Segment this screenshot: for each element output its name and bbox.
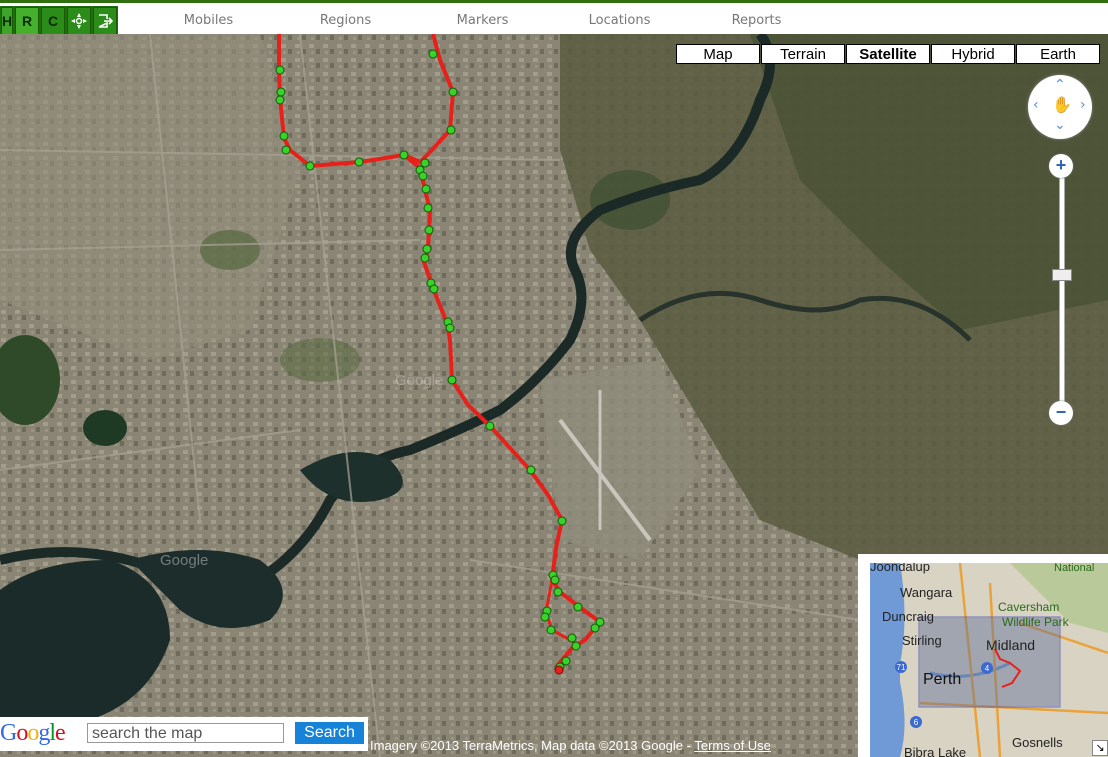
svg-text:6: 6: [914, 718, 919, 727]
zoom-slider-thumb[interactable]: [1052, 269, 1072, 281]
zoom-in-button[interactable]: +: [1049, 154, 1073, 178]
nav-markers[interactable]: Markers: [414, 6, 551, 36]
tool-h-button[interactable]: H: [1, 7, 13, 35]
top-bar: H R C Mobiles Regions Markers Locations …: [0, 0, 1108, 36]
pan-right-icon[interactable]: ›: [1080, 97, 1086, 113]
move-cross-icon: [71, 13, 87, 29]
end-marker[interactable]: [554, 665, 564, 675]
search-map-input[interactable]: search the map: [87, 723, 284, 743]
hand-icon[interactable]: ✋: [1052, 95, 1072, 114]
map-type-satellite[interactable]: Satellite: [846, 44, 930, 64]
map-attribution: Imagery ©2013 TerraMetrics, Map data ©20…: [370, 738, 771, 753]
map-type-hybrid[interactable]: Hybrid: [931, 44, 1015, 64]
google-logo: Google: [0, 720, 66, 746]
overview-label: Wangara: [900, 585, 953, 600]
overview-toggle-icon[interactable]: ↘: [1092, 740, 1108, 756]
overview-label: Stirling: [902, 633, 942, 648]
map-type-selector: Map Terrain Satellite Hybrid Earth: [676, 44, 1101, 64]
nav-reports[interactable]: Reports: [688, 6, 825, 36]
tool-c-button[interactable]: C: [41, 7, 65, 35]
map-type-terrain[interactable]: Terrain: [761, 44, 845, 64]
map-type-earth[interactable]: Earth: [1016, 44, 1100, 64]
svg-text:4: 4: [985, 664, 990, 673]
nav-regions[interactable]: Regions: [277, 6, 414, 36]
overview-label: Duncraig: [882, 609, 934, 624]
pan-left-icon[interactable]: ‹: [1033, 97, 1039, 113]
nav-locations[interactable]: Locations: [551, 6, 688, 36]
overview-map[interactable]: 71 4 6 Joondalup Wangara Duncraig Stirli…: [870, 563, 1108, 757]
svg-text:71: 71: [897, 663, 906, 672]
search-button[interactable]: Search: [295, 722, 364, 744]
tool-buttons: H R C: [0, 6, 118, 36]
google-watermark: Google: [395, 372, 443, 389]
tool-exit-button[interactable]: [93, 7, 117, 35]
overview-label: Caversham: [998, 600, 1059, 614]
overview-label: Bibra Lake: [904, 745, 966, 757]
pan-down-icon[interactable]: ⌄: [1054, 117, 1066, 133]
pan-up-icon[interactable]: ⌃: [1054, 77, 1066, 93]
pan-control: ⌃ ‹ › ⌄ ✋: [1028, 75, 1092, 139]
overview-label: Wildlife Park: [1002, 615, 1070, 629]
zoom-slider-track[interactable]: [1059, 178, 1065, 410]
main-nav: Mobiles Regions Markers Locations Report…: [140, 6, 825, 36]
tool-r-button[interactable]: R: [15, 7, 39, 35]
terms-of-use-link[interactable]: Terms of Use: [694, 738, 771, 753]
tool-move-button[interactable]: [67, 7, 91, 35]
overview-label: Perth: [923, 671, 961, 688]
nav-mobiles[interactable]: Mobiles: [140, 6, 277, 36]
overview-label: Midland: [986, 637, 1035, 653]
exit-icon: [98, 14, 113, 28]
zoom-out-button[interactable]: −: [1049, 401, 1073, 425]
overview-label: Gosnells: [1012, 735, 1063, 750]
map-type-map[interactable]: Map: [676, 44, 760, 64]
overview-label: Joondalup: [870, 563, 930, 574]
google-watermark: Google: [160, 552, 208, 569]
overview-label: National: [1054, 563, 1094, 574]
